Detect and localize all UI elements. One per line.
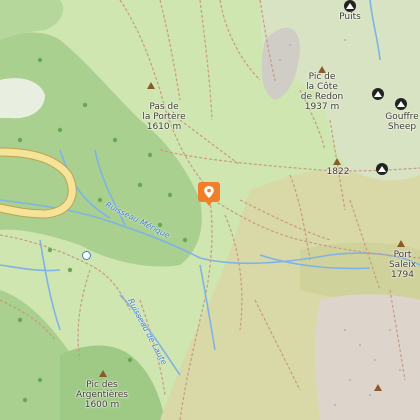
place-label-port-de-saleix[interactable]: Port Saleix 1794 bbox=[385, 250, 420, 280]
map-pin-icon[interactable] bbox=[197, 181, 221, 207]
place-label-puits[interactable]: Puits bbox=[334, 12, 366, 22]
summit-triangle-icon bbox=[397, 240, 405, 247]
place-label-gouffre-sheep[interactable]: Gouffre Sheep bbox=[380, 112, 420, 132]
summit-triangle-icon bbox=[147, 82, 155, 89]
cave-icon[interactable] bbox=[376, 163, 388, 175]
cave-icon[interactable] bbox=[395, 98, 407, 110]
summit-triangle-icon bbox=[99, 370, 107, 377]
cave-icon[interactable] bbox=[344, 0, 356, 12]
place-label-pic-de-la-cote-de-redon[interactable]: Pic de la Côte de Redon 1937 m bbox=[293, 72, 351, 112]
place-label-pic-des-argentieres[interactable]: Pic des Argentières 1600 m bbox=[64, 380, 140, 410]
spring-icon[interactable] bbox=[82, 251, 91, 260]
summit-triangle-icon bbox=[374, 384, 382, 391]
map-canvas[interactable]: Pas de la Portère 1610 m Pic de la Côte … bbox=[0, 0, 420, 420]
cave-icon[interactable] bbox=[372, 88, 384, 100]
map-base-layer bbox=[0, 0, 420, 420]
place-label-pas-de-la-portere[interactable]: Pas de la Portère 1610 m bbox=[140, 102, 188, 132]
rock-area bbox=[315, 294, 420, 420]
summit-triangle-icon bbox=[333, 158, 341, 165]
spot-height-1822: 1822 bbox=[326, 167, 350, 177]
